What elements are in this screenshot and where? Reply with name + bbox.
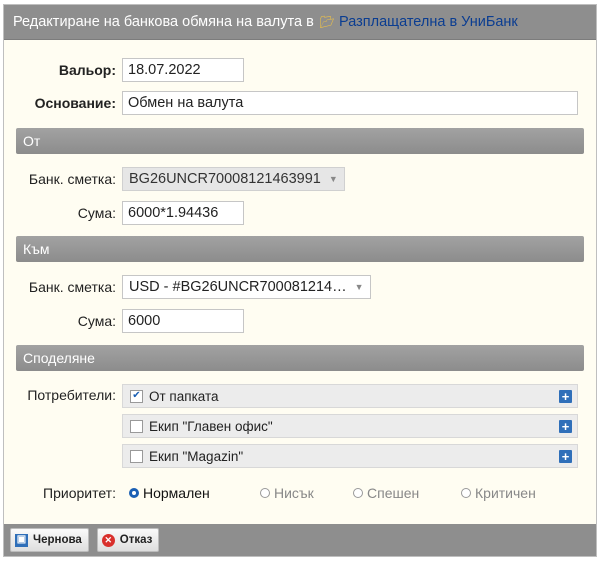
- users-list: ✔ От папката + Екип "Главен офис" + Екип…: [122, 384, 578, 468]
- chevron-down-icon: ▼: [328, 174, 338, 184]
- section-header-sharing: Споделяне: [16, 345, 584, 371]
- user-option-label: От папката: [149, 388, 219, 404]
- radio-icon: [353, 488, 363, 498]
- user-option-label: Екип "Magazin": [149, 448, 244, 464]
- priority-urgent-radio[interactable]: Спешен: [353, 485, 461, 501]
- user-option-team-main-office[interactable]: Екип "Главен офис" +: [122, 414, 578, 438]
- priority-critical-label: Критичен: [475, 485, 536, 501]
- to-sum-row: Сума: 6000: [18, 309, 582, 333]
- priority-urgent-label: Спешен: [367, 485, 420, 501]
- users-label: Потребители:: [27, 387, 116, 403]
- valor-input[interactable]: 18.07.2022: [122, 58, 244, 82]
- checkbox-icon[interactable]: [130, 449, 143, 463]
- from-account-label: Банк. сметка:: [28, 171, 116, 187]
- folder-link[interactable]: Разплащателна в УниБанк: [339, 14, 518, 30]
- section-header-from: От: [16, 128, 584, 154]
- to-sum-input[interactable]: 6000: [122, 309, 244, 333]
- basis-input[interactable]: Обмен на валута: [122, 91, 578, 115]
- valor-row: Вальор: 18.07.2022: [18, 58, 582, 82]
- priority-normal-radio[interactable]: Нормален: [129, 485, 260, 501]
- dialog-footer: ▣ Чернова ✕ Отказ: [4, 524, 596, 556]
- draft-button-label: Чернова: [33, 534, 82, 546]
- from-sum-label: Сума:: [77, 205, 116, 221]
- edit-exchange-dialog: Редактиране на банкова обмяна на валута …: [3, 4, 597, 557]
- priority-low-label: Нисък: [274, 485, 314, 501]
- expand-plus-icon[interactable]: +: [559, 389, 572, 403]
- priority-row: Приоритет: Нормален Нисък Спешен Критиче…: [18, 485, 582, 501]
- to-sum-label: Сума:: [77, 313, 116, 329]
- from-account-row: Банк. сметка: BG26UNCR70008121463991 ▼: [18, 167, 582, 191]
- expand-plus-icon[interactable]: +: [559, 419, 572, 433]
- cancel-button[interactable]: ✕ Отказ: [96, 528, 160, 552]
- to-account-label: Банк. сметка:: [28, 279, 116, 295]
- priority-label: Приоритет:: [43, 485, 116, 501]
- to-account-select[interactable]: USD - #BG26UNCR700081214… ▼: [122, 275, 371, 299]
- section-header-to: Към: [16, 236, 584, 262]
- users-row: Потребители: ✔ От папката + Екип "Главен…: [18, 384, 582, 468]
- priority-normal-label: Нормален: [143, 485, 210, 501]
- save-icon: ▣: [15, 533, 28, 547]
- priority-low-radio[interactable]: Нисък: [260, 485, 353, 501]
- basis-row: Основание: Обмен на валута: [18, 91, 582, 115]
- radio-selected-icon: [129, 488, 139, 498]
- from-account-select[interactable]: BG26UNCR70008121463991 ▼: [122, 167, 345, 191]
- user-option-team-magazin[interactable]: Екип "Magazin" +: [122, 444, 578, 468]
- valor-label: Вальор:: [58, 62, 116, 78]
- to-account-value: USD - #BG26UNCR700081214…: [129, 279, 347, 295]
- checkbox-icon[interactable]: [130, 419, 143, 433]
- from-sum-input[interactable]: 6000*1.94436: [122, 201, 244, 225]
- folder-icon: 📂︎: [319, 15, 336, 29]
- chevron-down-icon: ▼: [354, 282, 364, 292]
- close-icon: ✕: [101, 533, 115, 547]
- basis-label: Основание:: [34, 95, 116, 111]
- from-account-value: BG26UNCR70008121463991: [129, 171, 321, 187]
- dialog-title-bar: Редактиране на банкова обмяна на валута …: [4, 5, 596, 40]
- radio-icon: [260, 488, 270, 498]
- priority-critical-radio[interactable]: Критичен: [461, 485, 536, 501]
- radio-icon: [461, 488, 471, 498]
- from-sum-row: Сума: 6000*1.94436: [18, 201, 582, 225]
- cancel-button-label: Отказ: [119, 534, 153, 546]
- draft-button[interactable]: ▣ Чернова: [10, 528, 89, 552]
- dialog-content: Вальор: 18.07.2022 Основание: Обмен на в…: [4, 58, 596, 501]
- expand-plus-icon[interactable]: +: [559, 449, 572, 463]
- user-option-folder[interactable]: ✔ От папката +: [122, 384, 578, 408]
- to-account-row: Банк. сметка: USD - #BG26UNCR700081214… …: [18, 275, 582, 299]
- dialog-title: Редактиране на банкова обмяна на валута …: [13, 14, 314, 30]
- checkbox-checked-icon[interactable]: ✔: [130, 389, 143, 403]
- user-option-label: Екип "Главен офис": [149, 418, 273, 434]
